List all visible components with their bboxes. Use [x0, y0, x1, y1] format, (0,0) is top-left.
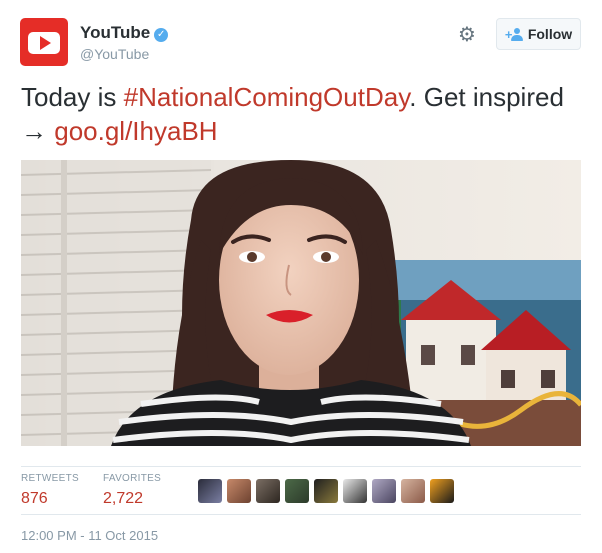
- favorites-label: FAVORITES: [103, 473, 162, 484]
- youtube-logo-avatar[interactable]: [20, 18, 68, 66]
- account-name[interactable]: YouTube: [80, 23, 150, 42]
- gear-icon[interactable]: ⚙: [457, 24, 477, 44]
- user-avatar[interactable]: [314, 479, 338, 503]
- tweet-header: YouTube ✓ @YouTube ⚙ + Follow: [20, 18, 582, 70]
- user-avatar[interactable]: [401, 479, 425, 503]
- user-avatar[interactable]: [430, 479, 454, 503]
- url-link[interactable]: goo.gl/IhyaBH: [54, 116, 217, 146]
- favorites-stat[interactable]: FAVORITES 2,722: [103, 473, 161, 508]
- tweet-timestamp[interactable]: 12:00 PM - 11 Oct 2015: [21, 528, 158, 543]
- hashtag-link[interactable]: #NationalComingOutDay: [124, 82, 410, 112]
- user-avatar[interactable]: [372, 479, 396, 503]
- media-photo: [21, 160, 581, 446]
- user-avatar[interactable]: [198, 479, 222, 503]
- user-avatar[interactable]: [285, 479, 309, 503]
- retweets-count[interactable]: 876: [21, 490, 79, 508]
- verified-badge-icon: ✓: [154, 28, 169, 42]
- follow-user-icon: +: [505, 27, 523, 41]
- account-handle[interactable]: @YouTube: [80, 46, 168, 62]
- account-names[interactable]: YouTube ✓ @YouTube: [80, 23, 169, 62]
- retweets-label: RETWEETS: [21, 473, 79, 484]
- user-avatar[interactable]: [227, 479, 251, 503]
- tweet-text: Today is #NationalComingOutDay. Get insp…: [21, 80, 581, 148]
- retweets-stat[interactable]: RETWEETS 876: [21, 473, 79, 508]
- favorites-count[interactable]: 2,722: [103, 490, 161, 508]
- follow-button[interactable]: + Follow: [496, 18, 581, 50]
- tweet-text-start: Today is: [21, 82, 124, 112]
- user-avatar[interactable]: [343, 479, 367, 503]
- play-icon: [40, 36, 51, 50]
- user-avatar[interactable]: [256, 479, 280, 503]
- tweet-media-image[interactable]: [21, 160, 581, 446]
- follow-button-label: Follow: [527, 26, 573, 42]
- stats-divider-bottom: [21, 514, 581, 515]
- stats-divider-top: [21, 466, 581, 467]
